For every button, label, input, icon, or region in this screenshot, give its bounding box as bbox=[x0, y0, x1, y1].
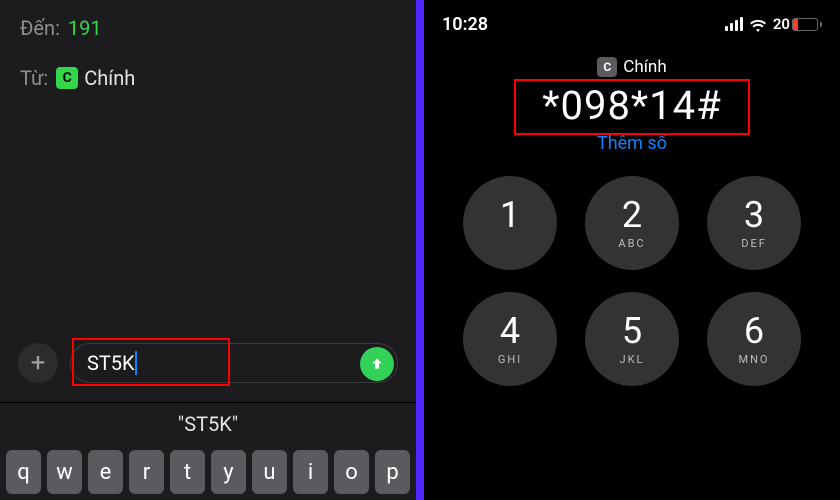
suggestion-text: "ST5K" bbox=[178, 412, 238, 436]
keyboard-suggestion-bar: "ST5K" bbox=[0, 402, 416, 444]
key-p[interactable]: p bbox=[375, 450, 410, 494]
key-w[interactable]: w bbox=[47, 450, 82, 494]
key-q[interactable]: q bbox=[6, 450, 41, 494]
phone-dialer-screen: 10:28 20 C Chính *098*14# bbox=[424, 0, 840, 500]
battery-percent: 20 bbox=[773, 15, 790, 33]
panel-divider bbox=[416, 0, 424, 500]
from-label: Từ: bbox=[20, 66, 48, 90]
key-r[interactable]: r bbox=[129, 450, 164, 494]
message-input-text: ST5K bbox=[87, 351, 135, 375]
status-time: 10:28 bbox=[442, 14, 488, 35]
battery-icon bbox=[792, 18, 818, 31]
key-y[interactable]: y bbox=[211, 450, 246, 494]
dialer-keypad: 1 2ABC 3DEF 4GHI 5JKL 6MNO bbox=[462, 176, 802, 386]
keypad-6[interactable]: 6MNO bbox=[707, 292, 801, 386]
key-e[interactable]: e bbox=[88, 450, 123, 494]
text-caret bbox=[135, 351, 137, 375]
add-attachment-button[interactable]: + bbox=[18, 343, 58, 383]
key-i[interactable]: i bbox=[293, 450, 328, 494]
keypad-4[interactable]: 4GHI bbox=[463, 292, 557, 386]
messages-compose-screen: Đến: 191 Từ: C Chính + ST5K bbox=[0, 0, 416, 500]
to-label: Đến: bbox=[20, 16, 60, 40]
battery-indicator: 20 bbox=[773, 15, 822, 33]
dialer-header: C Chính *098*14# Thêm số bbox=[424, 56, 840, 154]
message-header: Đến: 191 Từ: C Chính bbox=[0, 0, 416, 120]
keypad-1[interactable]: 1 bbox=[463, 176, 557, 270]
keyboard-row: q w e r t y u i o p bbox=[0, 444, 416, 500]
sim-selector[interactable]: C Chính bbox=[597, 57, 666, 77]
status-bar: 10:28 20 bbox=[424, 0, 840, 38]
arrow-up-icon bbox=[369, 356, 385, 372]
plus-icon: + bbox=[31, 348, 46, 378]
message-input[interactable]: ST5K bbox=[70, 343, 398, 383]
keypad-5[interactable]: 5JKL bbox=[585, 292, 679, 386]
add-number-button[interactable]: Thêm số bbox=[424, 133, 840, 154]
dialed-number[interactable]: *098*14# bbox=[502, 83, 762, 129]
key-t[interactable]: t bbox=[170, 450, 205, 494]
suggestion-item[interactable]: "ST5K" bbox=[0, 412, 416, 436]
send-button[interactable] bbox=[360, 347, 394, 381]
sim-badge-icon: C bbox=[597, 57, 617, 77]
to-value: 191 bbox=[68, 16, 102, 40]
from-row[interactable]: Từ: C Chính bbox=[20, 66, 396, 90]
from-value: Chính bbox=[84, 66, 135, 90]
to-row[interactable]: Đến: 191 bbox=[20, 16, 396, 40]
sim-badge-icon: C bbox=[56, 67, 78, 89]
key-u[interactable]: u bbox=[252, 450, 287, 494]
status-right: 20 bbox=[725, 15, 822, 33]
wifi-icon bbox=[749, 17, 767, 31]
compose-bar: + ST5K bbox=[0, 342, 416, 384]
keypad-3[interactable]: 3DEF bbox=[707, 176, 801, 270]
sim-label: Chính bbox=[623, 57, 666, 77]
key-o[interactable]: o bbox=[334, 450, 369, 494]
cellular-signal-icon bbox=[725, 17, 743, 31]
keypad-2[interactable]: 2ABC bbox=[585, 176, 679, 270]
